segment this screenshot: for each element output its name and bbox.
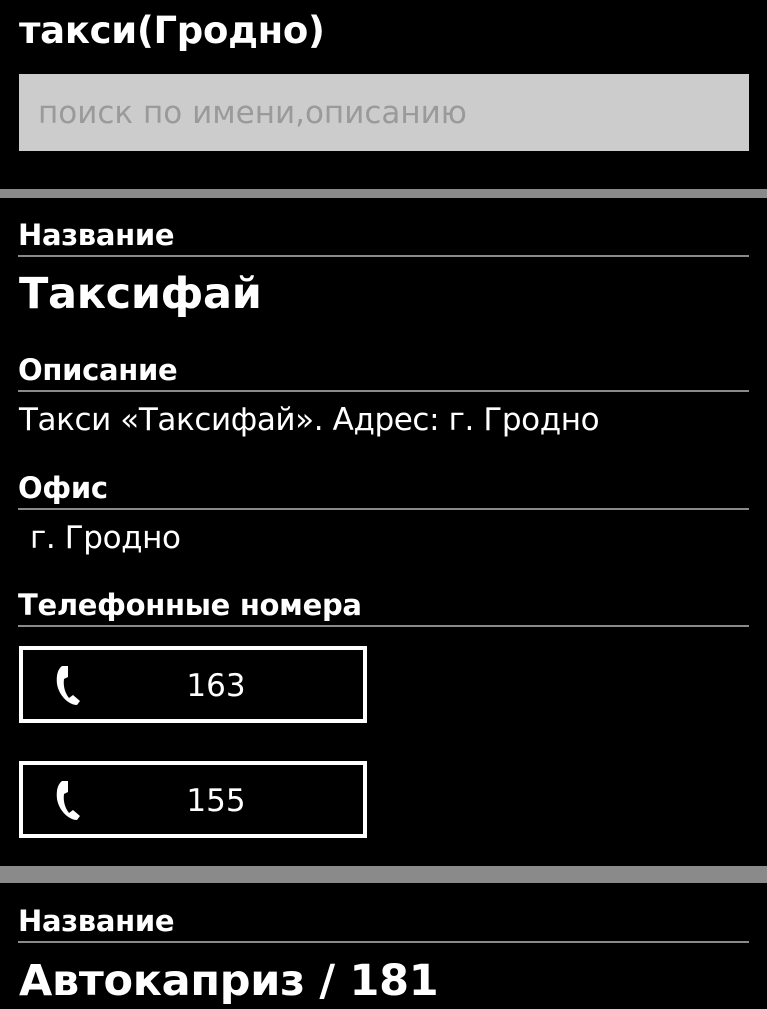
entry-name: Таксифай xyxy=(19,269,262,319)
entry-office: г. Гродно xyxy=(30,520,181,556)
office-label: Офис xyxy=(18,471,108,505)
phone-button[interactable]: 155 xyxy=(19,761,367,838)
divider xyxy=(18,508,749,510)
section-separator xyxy=(0,866,767,883)
divider xyxy=(18,255,749,257)
entry-description: Такси «Таксифай». Адрес: г. Гродно xyxy=(19,402,600,438)
name-label: Название xyxy=(18,218,175,252)
name-label: Название xyxy=(18,904,175,938)
description-label: Описание xyxy=(18,353,178,387)
phone-button[interactable]: 163 xyxy=(19,646,367,723)
search-input[interactable] xyxy=(19,74,749,151)
section-separator xyxy=(0,189,767,198)
phones-label: Телефонные номера xyxy=(18,588,362,622)
entry-name: Автокаприз / 181 xyxy=(19,956,439,1006)
divider xyxy=(18,390,749,392)
phone-number: 163 xyxy=(186,668,246,704)
divider xyxy=(18,625,749,627)
app-title: такси(Гродно) xyxy=(19,9,325,52)
divider xyxy=(18,941,749,943)
phone-number: 155 xyxy=(186,783,246,819)
